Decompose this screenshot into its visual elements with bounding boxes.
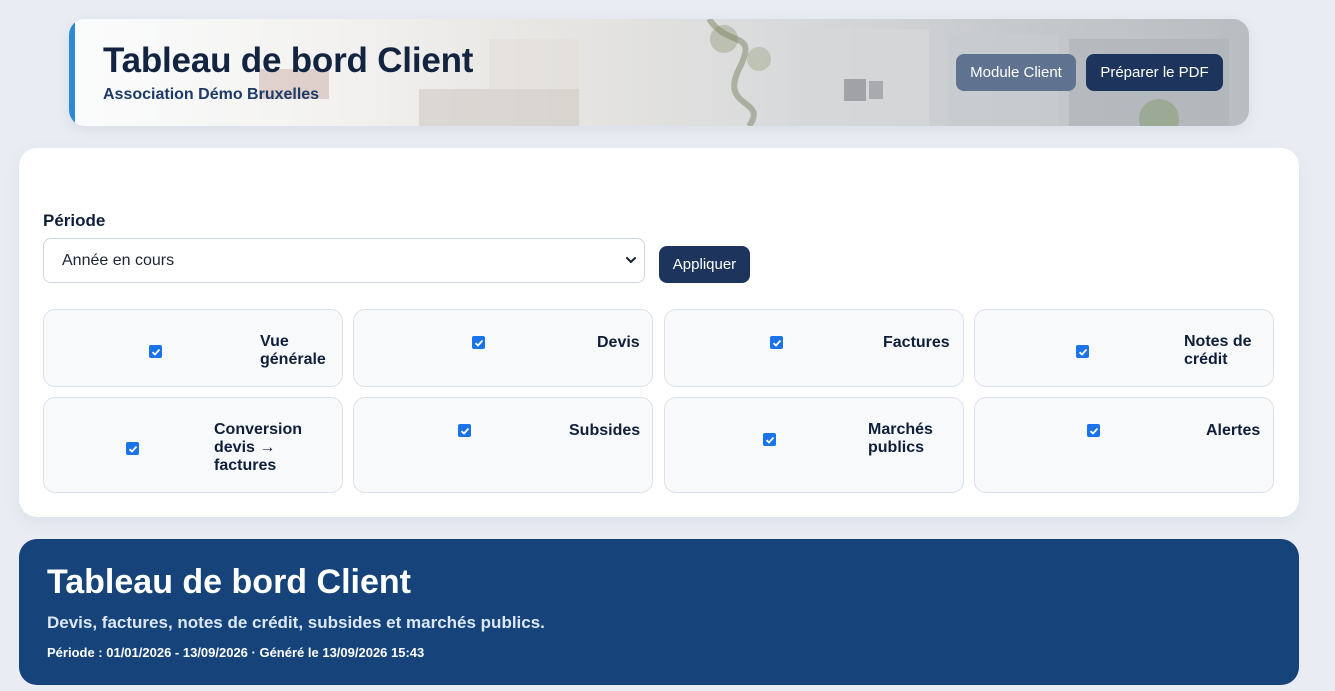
section-checkbox[interactable] xyxy=(126,442,139,455)
module-client-button[interactable]: Module Client xyxy=(956,54,1076,91)
section-toggle-devis[interactable]: Devis xyxy=(353,309,653,387)
section-checkbox[interactable] xyxy=(1087,424,1100,437)
section-checkbox[interactable] xyxy=(763,433,776,446)
page-title: Tableau de bord Client xyxy=(103,41,474,80)
section-checkbox[interactable] xyxy=(472,336,485,349)
section-toggle-conversion[interactable]: Conversion devis → factures xyxy=(43,397,343,493)
section-label: Subsides xyxy=(569,422,641,439)
checkmark-icon xyxy=(128,445,137,453)
checkmark-icon xyxy=(1078,348,1087,356)
filters-panel: Période Année en cours Appliquer Vue gén… xyxy=(19,148,1299,517)
section-label: Notes de crédit xyxy=(1184,333,1252,368)
section-toggle-alertes[interactable]: Alertes xyxy=(974,397,1274,493)
chevron-down-icon xyxy=(626,257,636,263)
checkmark-icon xyxy=(1089,427,1098,435)
apply-button[interactable]: Appliquer xyxy=(659,246,750,283)
period-select-value: Année en cours xyxy=(62,251,175,269)
section-checkbox[interactable] xyxy=(458,424,471,437)
section-checkbox[interactable] xyxy=(770,336,783,349)
organization-name: Association Démo Bruxelles xyxy=(103,86,320,103)
section-toggle-factures[interactable]: Factures xyxy=(664,309,964,387)
checkmark-icon xyxy=(151,348,160,356)
section-label: Conversion devis → factures xyxy=(214,421,303,474)
checkmark-icon xyxy=(460,427,469,435)
checkmark-icon xyxy=(765,436,774,444)
page-header: Tableau de bord Client Association Démo … xyxy=(69,19,1249,126)
section-label: Vue générale xyxy=(260,333,326,368)
checkmark-icon xyxy=(772,339,781,347)
section-toggle-subsides[interactable]: Subsides xyxy=(353,397,653,493)
period-select[interactable]: Année en cours xyxy=(43,238,645,283)
report-subtitle: Devis, factures, notes de crédit, subsid… xyxy=(47,613,545,632)
section-label: Devis xyxy=(597,334,640,351)
period-label: Période xyxy=(43,211,106,230)
section-checkbox[interactable] xyxy=(149,345,162,358)
report-banner: Tableau de bord Client Devis, factures, … xyxy=(19,539,1299,685)
section-toggle-marches-publics[interactable]: Marchés publics xyxy=(664,397,964,493)
section-toggle-vue-generale[interactable]: Vue générale xyxy=(43,309,343,387)
prepare-pdf-button[interactable]: Préparer le PDF xyxy=(1086,54,1223,91)
report-meta: Période : 01/01/2026 - 13/09/2026 · Géné… xyxy=(47,645,425,660)
section-label: Factures xyxy=(883,334,950,351)
section-label: Marchés publics xyxy=(868,421,933,456)
report-title: Tableau de bord Client xyxy=(47,563,411,601)
section-checkbox[interactable] xyxy=(1076,345,1089,358)
section-toggle-notes-de-credit[interactable]: Notes de crédit xyxy=(974,309,1274,387)
checkmark-icon xyxy=(474,339,483,347)
section-label: Alertes xyxy=(1206,422,1261,439)
